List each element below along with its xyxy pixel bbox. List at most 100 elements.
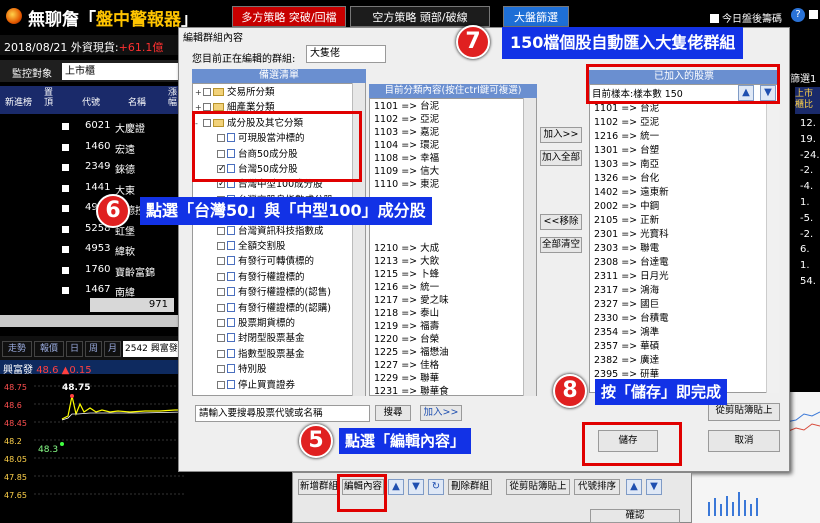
tree-item[interactable]: + 交易所分類 [195,86,275,100]
stock-code-input[interactable]: 2542 興富發 [123,341,181,357]
group-down-icon[interactable]: ▼ [408,479,424,495]
col-name[interactable]: 名稱 [128,95,146,108]
list-item[interactable]: 2317 => 鴻海 [594,284,659,298]
tab-week[interactable]: 周 [85,341,102,357]
list-item[interactable]: 1219 => 福壽 [374,320,439,334]
list-item[interactable]: 2105 => 正新 [594,214,659,228]
list-item[interactable]: 1104 => 環泥 [374,139,439,153]
list-item[interactable]: 1303 => 南亞 [594,158,659,172]
list-item[interactable]: 1231 => 聯華食 [374,385,449,395]
tree-checkbox[interactable] [217,319,225,327]
group-refresh-icon[interactable]: ↻ [428,479,444,495]
new-entry-marker[interactable] [62,225,69,233]
new-entry-marker[interactable] [62,246,69,253]
list-item[interactable]: 1229 => 聯華 [374,372,439,386]
tree-item[interactable]: 有發行權證標的 [217,271,305,285]
tree-item[interactable]: 有發行權證標的(認購) [217,302,331,316]
sort-up-icon[interactable]: ▲ [626,479,642,495]
paste-from-clipboard-button[interactable]: 從剪貼簿貼上 [506,479,570,495]
help-icon[interactable]: ? [791,8,805,22]
cancel-button[interactable]: 取消 [708,430,780,452]
list-item[interactable]: 2330 => 台積電 [594,312,669,326]
settings-checkbox[interactable] [809,10,818,19]
list-item[interactable]: 2303 => 聯電 [594,242,659,256]
delete-group-button[interactable]: 刪除群組 [448,479,492,495]
monitor-select[interactable]: 上市櫃 [62,63,182,80]
col-pin[interactable]: 置頂 [44,88,56,108]
new-entry-marker[interactable] [62,164,69,171]
list-item[interactable]: 2002 => 中鋼 [594,200,659,214]
content-scrollbar[interactable] [523,98,536,396]
new-entry-marker[interactable] [62,205,69,212]
tree-item[interactable]: 有發行可轉債標的 [217,255,314,269]
paste-clipboard-button[interactable]: 從剪貼簿貼上 [708,403,780,421]
confirm-button[interactable]: 確認 [590,509,680,523]
list-item[interactable]: 2308 => 台達電 [594,256,669,270]
market-filter-button[interactable]: 大盤篩選 [503,6,569,27]
list-item[interactable]: 2327 => 國巨 [594,298,659,312]
list-item[interactable]: 1216 => 統一 [594,130,659,144]
list-item[interactable]: 1213 => 大飲 [374,255,439,269]
short-strategy-button[interactable]: 空方策略 頭部/破線 [350,6,490,27]
tree-checkbox[interactable] [217,272,225,281]
tree-checkbox[interactable] [217,303,225,312]
list-item[interactable]: 2354 => 鴻準 [594,326,659,340]
list-item[interactable]: 2357 => 華碩 [594,340,659,354]
tree-checkbox[interactable] [217,257,225,266]
list-item[interactable]: 1326 => 台化 [594,172,659,186]
tree-checkbox[interactable] [217,365,225,374]
group-name-field[interactable]: 大隻佬 [306,45,386,63]
tree-checkbox[interactable] [203,88,211,96]
search-add-button[interactable]: 加入>> [420,405,462,421]
list-item[interactable]: 2301 => 光寶科 [594,228,669,242]
horizontal-scrollbar[interactable] [0,315,184,327]
tree-item[interactable]: 有發行權證標的(認售) [217,286,331,300]
new-entry-marker[interactable] [62,143,69,151]
new-group-button[interactable]: 新增群組 [298,479,340,495]
list-item[interactable]: 1110 => 東泥 [374,178,439,192]
sort-down-icon[interactable]: ▼ [646,479,662,495]
list-item[interactable]: 1102 => 亞泥 [594,116,659,130]
added-stocks-list[interactable]: 1101 => 台泥 1102 => 亞泥 1216 => 統一 1301 => 台塑… [589,103,779,393]
list-item[interactable]: 1108 => 幸福 [374,152,439,166]
tab-month[interactable]: 月 [104,341,121,357]
new-entry-marker[interactable] [62,266,69,274]
list-item[interactable]: 1109 => 信大 [374,165,439,179]
list-item[interactable]: 1225 => 福懋油 [374,346,449,360]
new-entry-marker[interactable] [62,123,69,130]
search-button[interactable]: 搜尋 [375,405,411,421]
tree-checkbox[interactable] [217,349,225,358]
tree-checkbox[interactable] [217,334,225,343]
tree-checkbox[interactable] [217,226,225,235]
add-button[interactable]: 加入>> [540,127,582,143]
group-up-icon[interactable]: ▲ [388,479,404,495]
col-code[interactable]: 代號 [82,95,100,108]
add-all-button[interactable]: 加入全部 [540,150,582,166]
tab-day[interactable]: 日 [66,341,83,357]
list-item[interactable]: 1227 => 佳格 [374,359,439,373]
tab-trend[interactable]: 走勢 [2,341,32,357]
tree-item[interactable]: 股票期貨標的 [217,317,295,331]
tree-item[interactable]: 台灣資訊科技指數成 [217,225,324,239]
new-entry-marker[interactable] [62,287,69,294]
tree-item[interactable]: 封閉型股票基金 [217,332,305,346]
tree-item[interactable]: 特別股 [217,363,267,377]
list-item[interactable]: 1217 => 愛之味 [374,294,449,308]
list-item[interactable]: 2382 => 廣達 [594,354,659,368]
list-item[interactable]: 1301 => 台塑 [594,144,659,158]
category-content-list[interactable]: 1101 => 台泥 1102 => 亞泥 1103 => 嘉泥 1104 => 環泥… [369,98,537,396]
new-entry-marker[interactable] [62,184,69,192]
list-item[interactable]: 1102 => 亞泥 [374,113,439,127]
tree-item[interactable]: 指數型股票基金 [217,348,305,362]
long-strategy-button[interactable]: 多方策略 突破/回檔 [232,6,346,27]
list-item[interactable]: 2311 => 日月光 [594,270,669,284]
tree-checkbox[interactable] [217,288,225,297]
list-item[interactable]: 1216 => 統一 [374,281,439,295]
stock-search-input[interactable]: 請輸入要搜尋股票代號或名稱 [195,405,370,422]
list-item[interactable]: 1210 => 大成 [374,242,439,256]
list-item[interactable]: 1101 => 台泥 [594,104,659,116]
list-item[interactable]: 1215 => 卜蜂 [374,268,439,282]
tree-checkbox[interactable] [217,380,225,389]
list-item[interactable]: 1101 => 台泥 [374,100,439,114]
remove-button[interactable]: <<移除 [540,214,582,230]
